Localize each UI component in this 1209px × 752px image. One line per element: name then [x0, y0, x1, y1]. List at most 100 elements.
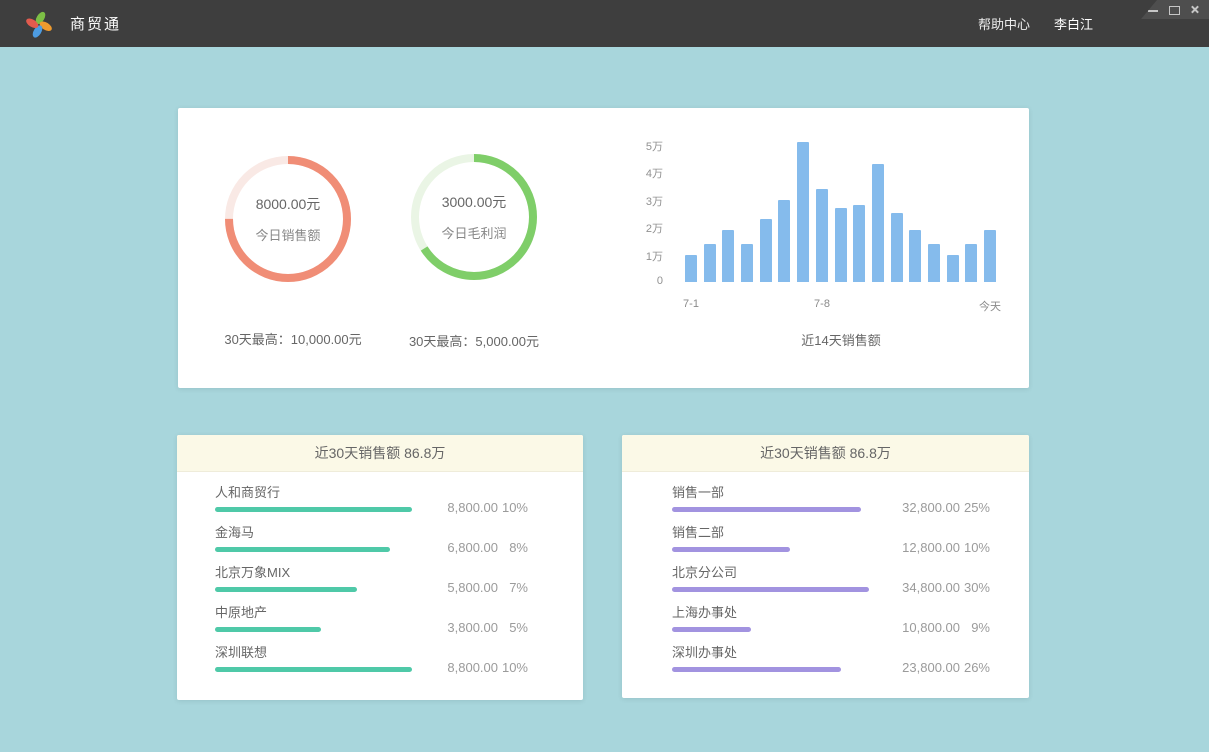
y-tick-label: 5万 [621, 138, 663, 154]
chart-bar [722, 230, 734, 282]
maximize-icon[interactable] [1169, 5, 1179, 15]
rank-item-amount: 10,800.00 [882, 620, 960, 635]
rank-list: 销售一部32,800.0025%销售二部12,800.0010%北京分公司34,… [622, 472, 1029, 686]
rank-item-percent: 5% [498, 620, 528, 635]
rank-row: 销售二部12,800.0010% [622, 526, 1029, 566]
rank-row: 北京万象MIX5,800.007% [177, 566, 583, 606]
chart-bar [704, 244, 716, 282]
bar-chart-title: 近14天销售额 [801, 330, 880, 349]
rank-item-amount: 6,800.00 [420, 540, 498, 555]
rank-item-values: 5,800.007% [420, 580, 528, 595]
rank-item-percent: 7% [498, 580, 528, 595]
rank-item-percent: 10% [498, 660, 528, 675]
rank-row: 北京分公司34,800.0030% [622, 566, 1029, 606]
rank-bar-track [215, 627, 412, 632]
rank-bar [215, 627, 321, 632]
department-sales-rank-card: 近30天销售额 86.8万 销售一部32,800.0025%销售二部12,800… [622, 435, 1029, 698]
y-tick-label: 2万 [621, 220, 663, 236]
rank-item-percent: 26% [960, 660, 990, 675]
rank-item-values: 34,800.0030% [882, 580, 990, 595]
chart-bar [797, 142, 809, 282]
x-tick-label: 今天 [979, 298, 1001, 314]
rank-card-title: 近30天销售额 86.8万 [622, 435, 1029, 472]
rank-bar [215, 547, 390, 552]
chart-bar [891, 213, 903, 282]
x-tick-label: 7-8 [814, 298, 830, 310]
chart-bar [816, 189, 828, 282]
help-center-link[interactable]: 帮助中心 [978, 14, 1030, 33]
rank-item-name: 人和商贸行 [215, 486, 583, 500]
rank-item-percent: 30% [960, 580, 990, 595]
rank-item-values: 6,800.008% [420, 540, 528, 555]
rank-bar-track [215, 547, 412, 552]
rank-item-values: 3,800.005% [420, 620, 528, 635]
rank-bar [215, 587, 357, 592]
rank-bar [672, 587, 869, 592]
summary-card: 8000.00元 今日销售额 30天最高：10,000.00元 3000.00元… [178, 108, 1029, 388]
close-icon[interactable] [1190, 5, 1200, 15]
rank-bar-track [215, 587, 412, 592]
rank-item-amount: 34,800.00 [882, 580, 960, 595]
current-user-link[interactable]: 李白江 [1054, 14, 1093, 33]
rank-item-values: 32,800.0025% [882, 500, 990, 515]
rank-row: 深圳办事处23,800.0026% [622, 646, 1029, 686]
rank-bar-track [215, 507, 412, 512]
y-tick-label: 4万 [621, 165, 663, 181]
rank-item-amount: 12,800.00 [882, 540, 960, 555]
customer-sales-rank-card: 近30天销售额 86.8万 人和商贸行8,800.0010%金海马6,800.0… [177, 435, 583, 700]
rank-bar-track [672, 587, 869, 592]
rank-bar-track [672, 667, 869, 672]
rank-item-name: 金海马 [215, 526, 583, 540]
rank-item-amount: 3,800.00 [420, 620, 498, 635]
rank-bar [672, 667, 841, 672]
rank-bar-track [672, 627, 869, 632]
chart-bar [984, 230, 996, 282]
chart-bar [928, 244, 940, 282]
rank-item-name: 北京万象MIX [215, 566, 583, 580]
rank-bar-track [672, 507, 869, 512]
x-tick-label: 7-1 [683, 298, 699, 310]
rank-item-values: 12,800.0010% [882, 540, 990, 555]
chart-bar [872, 164, 884, 282]
rank-bar [672, 507, 861, 512]
rank-item-amount: 23,800.00 [882, 660, 960, 675]
rank-item-name: 上海办事处 [672, 606, 1029, 620]
y-tick-label: 3万 [621, 193, 663, 209]
rank-item-name: 北京分公司 [672, 566, 1029, 580]
chart-bar [835, 208, 847, 282]
chart-bar [760, 219, 772, 282]
rank-item-amount: 8,800.00 [420, 660, 498, 675]
rank-row: 上海办事处10,800.009% [622, 606, 1029, 646]
rank-card-title: 近30天销售额 86.8万 [177, 435, 583, 472]
rank-row: 深圳联想8,800.0010% [177, 646, 583, 686]
rank-list: 人和商贸行8,800.0010%金海马6,800.008%北京万象MIX5,80… [177, 472, 583, 686]
rank-item-values: 8,800.0010% [420, 660, 528, 675]
rank-bar [215, 507, 412, 512]
rank-item-percent: 25% [960, 500, 990, 515]
app-title: 商贸通 [70, 13, 121, 34]
rank-item-values: 23,800.0026% [882, 660, 990, 675]
rank-item-amount: 32,800.00 [882, 500, 960, 515]
rank-item-name: 深圳联想 [215, 646, 583, 660]
bar-series [685, 132, 996, 282]
chart-bar [685, 255, 697, 282]
chart-bar [909, 230, 921, 282]
rank-item-name: 中原地产 [215, 606, 583, 620]
rank-bar [672, 627, 751, 632]
rank-item-percent: 10% [960, 540, 990, 555]
rank-item-amount: 5,800.00 [420, 580, 498, 595]
rank-row: 人和商贸行8,800.0010% [177, 486, 583, 526]
rank-row: 销售一部32,800.0025% [622, 486, 1029, 526]
sales-14day-bar-chart: 01万2万3万4万5万 7-17-8今天 近14天销售额 [178, 108, 1029, 388]
chart-bar [853, 205, 865, 282]
rank-item-percent: 8% [498, 540, 528, 555]
chart-bar [965, 244, 977, 282]
titlebar: 商贸通 帮助中心 李白江 [0, 0, 1209, 47]
rank-bar-track [672, 547, 869, 552]
rank-item-amount: 8,800.00 [420, 500, 498, 515]
rank-bar [672, 547, 790, 552]
rank-item-name: 深圳办事处 [672, 646, 1029, 660]
rank-bar [215, 667, 412, 672]
rank-item-values: 10,800.009% [882, 620, 990, 635]
rank-item-percent: 10% [498, 500, 528, 515]
